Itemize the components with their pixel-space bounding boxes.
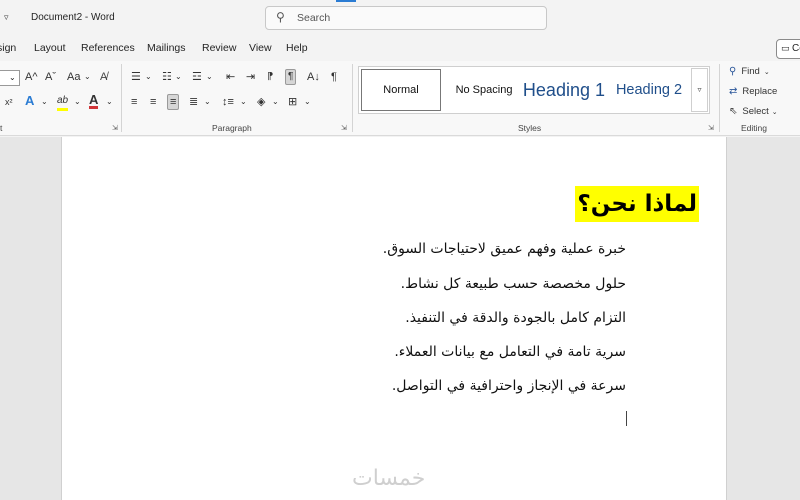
style-heading-2[interactable]: Heading 2 (607, 69, 691, 111)
shrink-font-button[interactable]: Aˇ (45, 70, 56, 84)
chevron-down-icon[interactable]: ⌄ (240, 95, 247, 109)
tab-references[interactable]: References (81, 42, 135, 54)
ltr-direction-icon[interactable]: ⁋ (267, 70, 273, 84)
document-line[interactable]: التزام كامل بالجودة والدقة في التنفيذ. (405, 309, 626, 327)
find-button[interactable]: ⚲ Find ⌄ (729, 66, 770, 77)
cursor-arrow-icon: ⇖ (729, 106, 738, 117)
font-color-button[interactable]: A (89, 93, 99, 109)
styles-more-icon[interactable]: ▿ (691, 68, 708, 112)
replace-button[interactable]: ⇄ Replace (729, 86, 777, 97)
paragraph-group-label: Paragraph (212, 123, 252, 133)
comments-label: Co (792, 43, 800, 54)
paragraph-dialog-launcher-icon[interactable]: ⇲ (341, 124, 347, 132)
change-case-button[interactable]: Aa (67, 70, 80, 84)
replace-icon: ⇄ (729, 86, 738, 97)
tab-mailings[interactable]: Mailings (147, 42, 186, 54)
chevron-down-icon[interactable]: ⌄ (41, 95, 48, 109)
align-center-icon[interactable]: ≡ (150, 95, 156, 109)
chevron-down-icon[interactable]: ⌄ (175, 70, 182, 84)
window-title: Document2 - Word (31, 12, 115, 23)
chevron-down-icon: ⌄ (9, 73, 16, 82)
search-icon: ⚲ (729, 66, 737, 77)
select-label: Select (742, 106, 769, 117)
chevron-down-icon[interactable]: ⌄ (304, 95, 311, 109)
grow-font-button[interactable]: A^ (25, 70, 38, 84)
document-line[interactable]: خبرة عملية وفهم عميق لاحتياجات السوق. (383, 240, 626, 258)
editing-group-label: Editing (741, 123, 767, 133)
tab-layout[interactable]: Layout (34, 42, 66, 54)
chevron-down-icon: ⌄ (771, 109, 778, 116)
chevron-down-icon[interactable]: ⌄ (206, 70, 213, 84)
tab-help[interactable]: Help (286, 42, 308, 54)
style-no-spacing[interactable]: No Spacing (443, 69, 525, 111)
document-heading[interactable]: لماذا نحن؟ (575, 186, 699, 222)
group-divider (121, 64, 122, 132)
multilevel-list-icon[interactable]: ☲ (192, 70, 202, 84)
chevron-down-icon[interactable]: ⌄ (145, 70, 152, 84)
font-group-label: t (0, 123, 3, 133)
font-size-dropdown[interactable]: ⌄ (0, 70, 20, 86)
find-label: Find (741, 66, 760, 77)
borders-icon[interactable]: ⊞ (288, 95, 297, 109)
document-line[interactable]: سرية تامة في التعامل مع بيانات العملاء. (394, 343, 626, 361)
highlight-color-button[interactable]: ab (57, 94, 69, 111)
replace-label: Replace (742, 86, 778, 97)
text-cursor (626, 411, 627, 426)
align-right-icon[interactable]: ≡ (167, 94, 180, 110)
active-accent (336, 0, 356, 2)
styles-dialog-launcher-icon[interactable]: ⇲ (708, 124, 714, 132)
styles-gallery: Normal No Spacing Heading 1 Heading 2 (358, 66, 710, 114)
watermark-logo: خمسات (352, 466, 426, 491)
style-normal[interactable]: Normal (361, 69, 441, 111)
document-line[interactable]: سرعة في الإنجاز واحترافية في التواصل. (392, 377, 626, 395)
justify-icon[interactable]: ≣ (189, 95, 198, 109)
chevron-down-icon: ⌄ (763, 69, 770, 76)
select-button[interactable]: ⇖ Select ⌄ (729, 106, 778, 117)
bullets-icon[interactable]: ☰ (131, 70, 141, 84)
align-left-icon[interactable]: ≡ (131, 95, 137, 109)
search-box[interactable]: ⚲ Search (265, 6, 547, 30)
tab-review[interactable]: Review (202, 42, 236, 54)
search-icon: ⚲ (276, 10, 285, 24)
title-bar: ▿ Document2 - Word ⚲ Search (0, 0, 800, 36)
text-effects-button[interactable]: A (25, 94, 34, 108)
clear-formatting-icon[interactable]: A̸ (100, 70, 107, 84)
chevron-down-icon[interactable]: ⌄ (74, 95, 81, 109)
comments-button[interactable]: ▭ Co (776, 39, 800, 59)
style-heading-1[interactable]: Heading 1 (523, 69, 605, 111)
increase-indent-icon[interactable]: ⇥ (246, 70, 255, 84)
decrease-indent-icon[interactable]: ⇤ (226, 70, 235, 84)
quick-access-dropdown-icon[interactable]: ▿ (4, 12, 9, 23)
styles-group-label: Styles (518, 123, 542, 133)
chevron-down-icon[interactable]: ⌄ (106, 95, 113, 109)
chevron-down-icon[interactable]: ⌄ (204, 95, 211, 109)
search-placeholder: Search (297, 12, 331, 24)
numbering-icon[interactable]: ☷ (162, 70, 172, 84)
show-hide-formatting-button[interactable]: ¶ (331, 70, 337, 84)
chevron-down-icon[interactable]: ⌄ (272, 95, 279, 109)
rtl-direction-icon[interactable]: ¶ (285, 69, 297, 85)
comment-icon: ▭ (781, 43, 790, 53)
menu-bar: sign Layout References Mailings Review V… (0, 38, 800, 60)
tab-view[interactable]: View (249, 42, 272, 54)
font-dialog-launcher-icon[interactable]: ⇲ (112, 124, 118, 132)
tab-design[interactable]: sign (0, 42, 16, 54)
line-spacing-icon[interactable]: ↕≡ (222, 95, 234, 109)
shading-icon[interactable]: ◈ (257, 95, 265, 109)
document-line[interactable]: حلول مخصصة حسب طبيعة كل نشاط. (401, 275, 626, 293)
superscript-button[interactable]: x² (5, 95, 13, 109)
sort-button[interactable]: A↓ (307, 70, 320, 84)
chevron-down-icon[interactable]: ⌄ (84, 70, 91, 84)
group-divider (352, 64, 353, 132)
group-divider (719, 64, 720, 132)
